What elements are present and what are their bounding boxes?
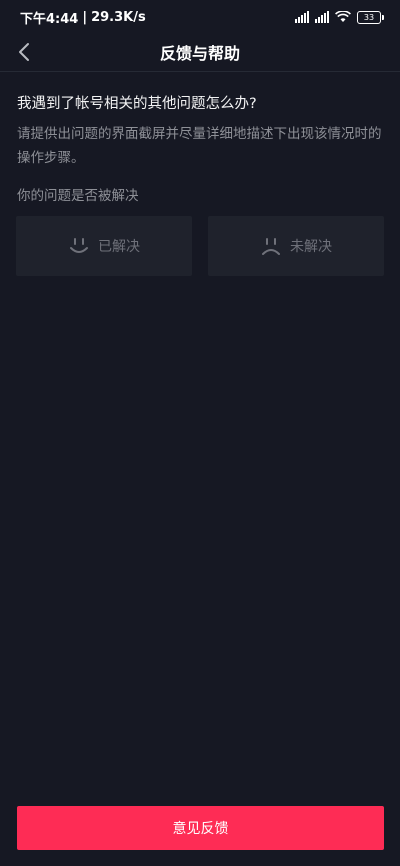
status-time: 下午4:44 [20,11,79,27]
resolved-prompt: 你的问题是否被解决 [17,188,139,204]
smile-icon [70,238,88,253]
resolved-label: 已解决 [98,239,140,255]
signal-icon-4g [315,11,329,23]
status-left: 下午4:44 | 29.3K/s [20,8,146,27]
status-right: 33 [295,10,384,24]
resolved-button[interactable]: 已解决 [16,216,192,276]
page-title: 反馈与帮助 [159,44,240,63]
status-bar: 下午4:44 | 29.3K/s 33 [0,0,400,34]
battery-level: 33 [357,10,381,24]
status-separator: | [82,9,88,25]
battery-icon: 33 [357,10,384,24]
feedback-submit-button[interactable]: 意见反馈 [17,806,384,850]
unresolved-label: 未解决 [290,239,332,255]
question-title: 我遇到了帐号相关的其他问题怎么办? [17,96,257,112]
status-net-speed: 29.3K/s [91,9,146,25]
wifi-icon [335,11,351,23]
unresolved-button[interactable]: 未解决 [208,216,384,276]
nav-bar: 反馈与帮助 [0,34,400,72]
signal-icon [295,11,309,23]
question-description: 请提供出问题的界面截屏并尽量详细地描述下出现该情况时的操作步骤。 [17,126,382,166]
frown-icon [262,238,280,255]
